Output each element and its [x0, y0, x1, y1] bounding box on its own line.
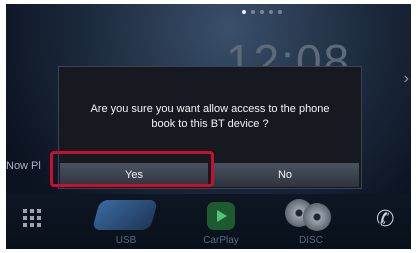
- page-indicator: [242, 10, 282, 14]
- dock-item-phone[interactable]: ✆: [366, 194, 411, 249]
- now-playing-label: Now Pl: [6, 160, 41, 172]
- dock-item-apps[interactable]: [6, 194, 66, 249]
- head-unit-screen: 12:08 Now Pl › Are you sure you want all…: [6, 4, 411, 249]
- apps-grid-icon: [23, 209, 41, 227]
- dock-item-disc[interactable]: DISC: [261, 194, 361, 249]
- dock-label: CarPlay: [203, 235, 239, 246]
- page-dot: [242, 10, 246, 14]
- page-dot: [251, 10, 255, 14]
- highlight-frame: [50, 151, 214, 187]
- carplay-icon: [207, 202, 235, 230]
- no-button[interactable]: No: [211, 163, 359, 187]
- home-dock: USB CarPlay DISC ✆: [6, 194, 411, 249]
- phone-icon: ✆: [376, 206, 395, 231]
- dock-item-usb[interactable]: USB: [76, 194, 176, 249]
- dock-label: USB: [115, 235, 137, 246]
- chevron-right-icon[interactable]: ›: [404, 70, 409, 88]
- dock-item-carplay[interactable]: CarPlay: [171, 194, 271, 249]
- page-dot: [269, 10, 273, 14]
- dock-label: DISC: [299, 235, 323, 246]
- page-dot: [260, 10, 264, 14]
- disc-icon: [285, 199, 333, 233]
- dialog-message: Are you sure you want allow access to th…: [90, 103, 330, 130]
- page-dot: [278, 10, 282, 14]
- usb-icon: [91, 200, 159, 230]
